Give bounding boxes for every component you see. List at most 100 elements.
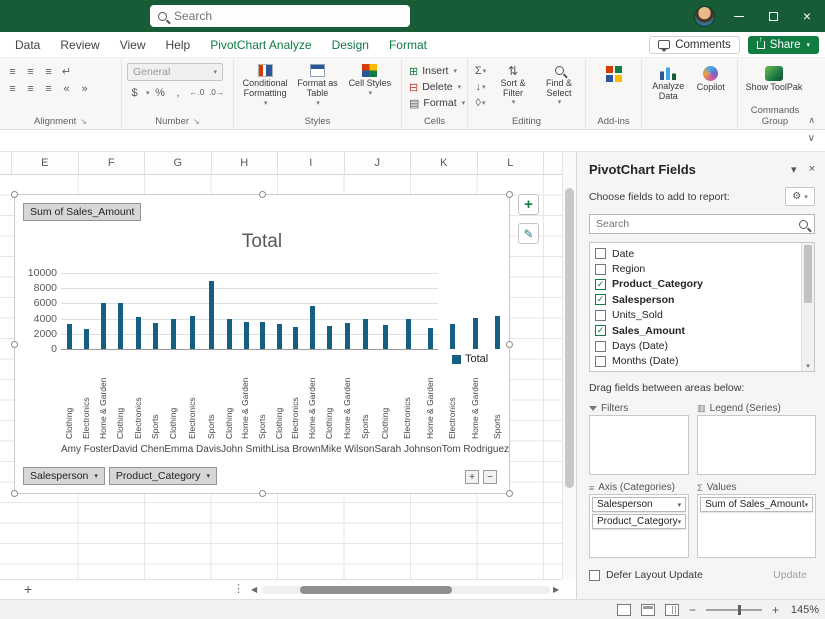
update-button[interactable]: Update	[765, 567, 815, 583]
conditional-formatting-button[interactable]: Conditional Formatting ▾	[239, 63, 291, 107]
selection-handle[interactable]	[506, 191, 513, 198]
field-checkbox[interactable]	[595, 310, 606, 321]
align-right-icon[interactable]: ≡	[41, 81, 56, 96]
expand-strip-icon[interactable]: ∨	[808, 133, 815, 144]
menu-tab-format[interactable]: Format	[380, 34, 436, 56]
align-left-icon[interactable]: ≡	[5, 81, 20, 96]
column-header-l[interactable]: L	[478, 152, 545, 174]
chart-bar[interactable]	[310, 306, 315, 349]
area-values-items[interactable]: Sum of Sales_Amount▾	[697, 494, 816, 558]
column-header-g[interactable]: G	[145, 152, 212, 174]
percent-style-icon[interactable]: %	[153, 85, 168, 100]
comma-style-icon[interactable]: ,	[171, 85, 186, 100]
copilot-button[interactable]: Copilot	[690, 63, 733, 102]
menu-tab-review[interactable]: Review	[51, 34, 108, 56]
chart-title[interactable]: Total	[55, 231, 469, 253]
pane-options-chevron-icon[interactable]: ▾	[791, 163, 797, 176]
chart-elements-button[interactable]: +	[518, 194, 539, 215]
menu-tab-help[interactable]: Help	[157, 34, 200, 56]
chart-bar[interactable]	[495, 316, 500, 349]
chart-bar[interactable]	[209, 281, 214, 349]
user-avatar[interactable]	[694, 6, 715, 27]
pane-search[interactable]	[589, 214, 815, 234]
share-button[interactable]: Share ▾	[748, 36, 819, 54]
area-axis-items[interactable]: Salesperson▾Product_Category▾	[589, 494, 689, 558]
number-dialog-launcher-icon[interactable]: ↘	[193, 117, 200, 126]
chart-bar[interactable]	[450, 324, 455, 349]
comments-button[interactable]: Comments	[649, 36, 740, 54]
selection-handle[interactable]	[259, 490, 266, 497]
field-row-region[interactable]: Region	[595, 261, 798, 276]
selection-handle[interactable]	[506, 341, 513, 348]
chart-bar[interactable]	[260, 322, 265, 349]
field-row-date[interactable]: Date	[595, 246, 798, 261]
chart-bar[interactable]	[190, 316, 195, 349]
collapse-field-button[interactable]: −	[483, 470, 497, 484]
delete-cells-button[interactable]: ⊟ Delete ▾	[407, 79, 462, 95]
format-as-table-button[interactable]: Format as Table ▾	[291, 63, 343, 107]
chart-bar[interactable]	[227, 319, 232, 349]
scroll-right-icon[interactable]: ▶	[553, 585, 559, 594]
close-button[interactable]: ×	[790, 0, 824, 32]
defer-layout-checkbox[interactable]	[589, 570, 600, 581]
sort-filter-button[interactable]: ⇅ Sort & Filter ▾	[492, 63, 534, 110]
pane-close-icon[interactable]: ×	[809, 163, 815, 176]
selection-handle[interactable]	[259, 191, 266, 198]
selection-handle[interactable]	[506, 490, 513, 497]
autosum-icon[interactable]: Σ▾	[473, 63, 488, 78]
menu-tab-pivotchart-analyze[interactable]: PivotChart Analyze	[201, 34, 320, 56]
chart-bar[interactable]	[363, 319, 368, 349]
accounting-format-icon[interactable]: $	[127, 85, 142, 100]
column-header-f[interactable]: F	[79, 152, 146, 174]
chart-bar[interactable]	[383, 325, 388, 349]
field-row-salesperson[interactable]: ✓Salesperson	[595, 292, 798, 307]
sheet-options-icon[interactable]: ⋮	[233, 582, 244, 595]
field-row-sales-amount[interactable]: ✓Sales_Amount	[595, 323, 798, 338]
chart-bar[interactable]	[101, 303, 106, 349]
column-header-k[interactable]: K	[411, 152, 478, 174]
vertical-scrollbar-thumb[interactable]	[565, 188, 574, 488]
align-middle-icon[interactable]: ≡	[23, 64, 38, 79]
chart-bar[interactable]	[473, 318, 478, 349]
column-header-j[interactable]: J	[345, 152, 412, 174]
pane-search-input[interactable]	[596, 218, 793, 230]
chart-bar[interactable]	[406, 319, 411, 349]
zoom-out-button[interactable]: −	[689, 603, 696, 617]
chart-bar[interactable]	[136, 317, 141, 349]
expand-field-button[interactable]: +	[465, 470, 479, 484]
align-bottom-icon[interactable]: ≡	[41, 64, 56, 79]
increase-indent-icon[interactable]: »	[77, 81, 92, 96]
wrap-text-icon[interactable]: ↵	[59, 64, 74, 79]
page-break-preview-icon[interactable]	[665, 604, 679, 616]
chart-field-button-salesperson[interactable]: Salesperson▾	[23, 467, 105, 485]
zoom-in-button[interactable]: +	[772, 603, 779, 617]
scroll-down-icon[interactable]: ▾	[802, 362, 814, 370]
chart-bar[interactable]	[118, 303, 123, 349]
chart-bar[interactable]	[327, 326, 332, 349]
menu-tab-data[interactable]: Data	[6, 34, 49, 56]
addins-button[interactable]	[591, 63, 637, 84]
field-checkbox[interactable]	[595, 356, 606, 367]
scroll-left-icon[interactable]: ◀	[251, 585, 257, 594]
decrease-indent-icon[interactable]: «	[59, 81, 74, 96]
horizontal-scrollbar-thumb[interactable]	[300, 586, 452, 594]
find-select-button[interactable]: Find & Select ▾	[538, 63, 580, 110]
field-checkbox[interactable]	[595, 248, 606, 259]
field-checkbox[interactable]: ✓	[595, 325, 606, 336]
number-format-select[interactable]: General ▾	[127, 63, 223, 81]
align-top-icon[interactable]: ≡	[5, 64, 20, 79]
field-list-scrollbar-thumb[interactable]	[804, 245, 812, 303]
fill-icon[interactable]: ↓▾	[473, 79, 488, 94]
normal-view-icon[interactable]	[617, 604, 631, 616]
chart-bar[interactable]	[345, 323, 350, 349]
alignment-dialog-launcher-icon[interactable]: ↘	[80, 117, 87, 126]
menu-tab-design[interactable]: Design	[323, 34, 378, 56]
horizontal-scrollbar[interactable]	[262, 586, 550, 594]
chart-styles-button[interactable]: ✎	[518, 223, 539, 244]
tools-button[interactable]: ⚙ ▾	[785, 187, 815, 206]
chart-bar[interactable]	[153, 323, 158, 349]
chart-bar[interactable]	[293, 327, 298, 349]
chart-bar[interactable]	[244, 322, 249, 349]
cell-styles-button[interactable]: Cell Styles ▾	[344, 63, 396, 107]
show-toolpak-button[interactable]: Show ToolPak	[743, 63, 805, 93]
